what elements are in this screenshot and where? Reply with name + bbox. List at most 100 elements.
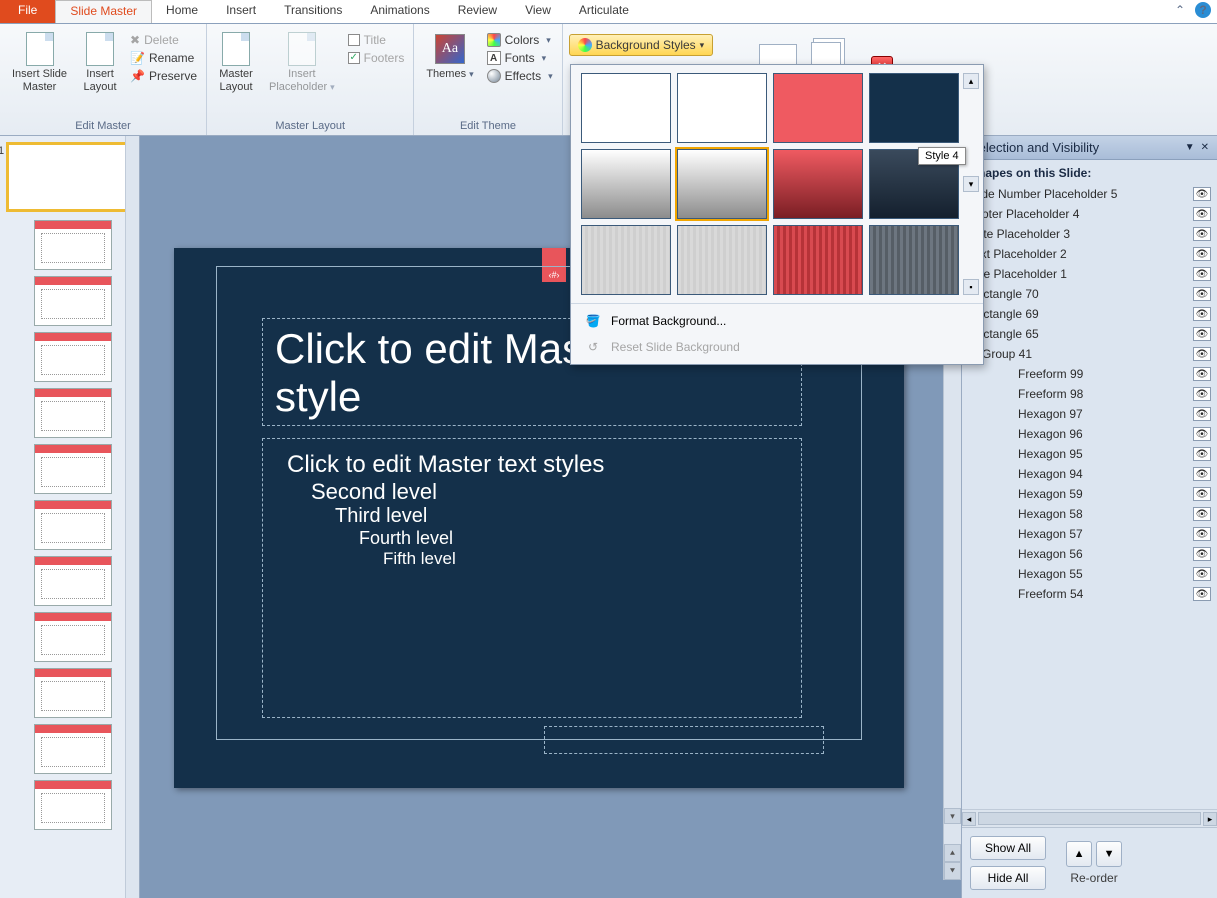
bg-style-swatch-11[interactable] — [773, 225, 863, 295]
shape-row[interactable]: Rectangle 69👁 — [966, 304, 1213, 324]
shape-row[interactable]: Hexagon 55👁 — [966, 564, 1213, 584]
bg-style-swatch-10[interactable] — [677, 225, 767, 295]
visibility-toggle[interactable]: 👁 — [1193, 507, 1211, 521]
thumbnail-layout[interactable] — [34, 612, 112, 662]
format-background-item[interactable]: 🪣 Format Background... — [571, 308, 983, 334]
minimize-ribbon-icon[interactable]: ⌃ — [1175, 3, 1185, 17]
tab-slide-master[interactable]: Slide Master — [55, 0, 152, 23]
scroll-down-icon[interactable]: ▾ — [944, 808, 961, 824]
thumbnail-layout[interactable] — [34, 724, 112, 774]
visibility-toggle[interactable]: 👁 — [1193, 347, 1211, 361]
visibility-toggle[interactable]: 👁 — [1193, 387, 1211, 401]
shape-row[interactable]: Rectangle 65👁 — [966, 324, 1213, 344]
thumbnails-scrollbar[interactable] — [125, 136, 139, 898]
reorder-up-button[interactable]: ▲ — [1066, 841, 1092, 867]
selection-pane-dropdown-icon[interactable]: ▼ — [1185, 142, 1195, 153]
delete-button[interactable]: ✖Delete — [127, 32, 200, 48]
visibility-toggle[interactable]: 👁 — [1193, 227, 1211, 241]
gallery-scroll-down[interactable]: ▾ — [963, 176, 979, 192]
insert-layout-button[interactable]: Insert Layout — [77, 28, 123, 98]
visibility-toggle[interactable]: 👁 — [1193, 287, 1211, 301]
bg-style-swatch-4[interactable] — [869, 73, 959, 143]
themes-button[interactable]: Aa Themes — [420, 28, 479, 85]
bg-style-swatch-6[interactable] — [677, 149, 767, 219]
bg-style-swatch-1[interactable] — [581, 73, 671, 143]
thumbnail-layout[interactable] — [34, 556, 112, 606]
background-styles-button[interactable]: Background Styles ▾ — [569, 34, 714, 56]
shape-row[interactable]: Freeform 98👁 — [966, 384, 1213, 404]
bg-style-swatch-3[interactable] — [773, 73, 863, 143]
selection-pane-hscroll[interactable]: ◂ ▸ — [962, 809, 1217, 827]
tab-view[interactable]: View — [511, 0, 565, 23]
visibility-toggle[interactable]: 👁 — [1193, 567, 1211, 581]
body-placeholder[interactable]: Click to edit Master text styles Second … — [262, 438, 802, 718]
preserve-button[interactable]: 📌Preserve — [127, 68, 200, 84]
tab-file[interactable]: File — [0, 0, 55, 23]
reorder-down-button[interactable]: ▼ — [1096, 841, 1122, 867]
thumbnail-layout[interactable] — [34, 220, 112, 270]
shape-row[interactable]: Hexagon 96👁 — [966, 424, 1213, 444]
thumbnail-layout[interactable] — [34, 780, 112, 830]
gallery-expand[interactable]: ▪ — [963, 279, 979, 295]
shape-row[interactable]: Freeform 99👁 — [966, 364, 1213, 384]
tab-articulate[interactable]: Articulate — [565, 0, 643, 23]
bg-style-swatch-2[interactable] — [677, 73, 767, 143]
thumbnail-layout[interactable] — [34, 500, 112, 550]
visibility-toggle[interactable]: 👁 — [1193, 407, 1211, 421]
shape-row[interactable]: Hexagon 59👁 — [966, 484, 1213, 504]
thumbnail-layout[interactable] — [34, 276, 112, 326]
shape-row[interactable]: Hexagon 95👁 — [966, 444, 1213, 464]
shape-row[interactable]: Title Placeholder 1👁 — [966, 264, 1213, 284]
visibility-toggle[interactable]: 👁 — [1193, 427, 1211, 441]
shape-row[interactable]: Hexagon 58👁 — [966, 504, 1213, 524]
visibility-toggle[interactable]: 👁 — [1193, 527, 1211, 541]
visibility-toggle[interactable]: 👁 — [1193, 447, 1211, 461]
bg-style-swatch-9[interactable] — [581, 225, 671, 295]
title-checkbox[interactable]: Title — [345, 32, 408, 48]
visibility-toggle[interactable]: 👁 — [1193, 187, 1211, 201]
colors-button[interactable]: Colors — [484, 32, 556, 48]
tab-insert[interactable]: Insert — [212, 0, 270, 23]
thumbnail-master[interactable]: 1 — [6, 142, 135, 212]
visibility-toggle[interactable]: 👁 — [1193, 587, 1211, 601]
visibility-toggle[interactable]: 👁 — [1193, 207, 1211, 221]
shape-row[interactable]: Hexagon 57👁 — [966, 524, 1213, 544]
tab-review[interactable]: Review — [444, 0, 511, 23]
visibility-toggle[interactable]: 👁 — [1193, 267, 1211, 281]
tab-animations[interactable]: Animations — [356, 0, 443, 23]
thumbnail-layout[interactable] — [34, 668, 112, 718]
shape-row[interactable]: Freeform 54👁 — [966, 584, 1213, 604]
bg-style-swatch-5[interactable] — [581, 149, 671, 219]
visibility-toggle[interactable]: 👁 — [1193, 487, 1211, 501]
scroll-right-icon[interactable]: ▸ — [1203, 812, 1217, 826]
bg-style-swatch-12[interactable] — [869, 225, 959, 295]
shape-row[interactable]: Hexagon 56👁 — [966, 544, 1213, 564]
show-all-button[interactable]: Show All — [970, 836, 1046, 860]
tab-transitions[interactable]: Transitions — [270, 0, 356, 23]
footers-checkbox[interactable]: Footers — [345, 50, 408, 66]
shape-row[interactable]: Slide Number Placeholder 5👁 — [966, 184, 1213, 204]
insert-placeholder-button[interactable]: Insert Placeholder — [263, 28, 341, 98]
insert-slide-master-button[interactable]: Insert Slide Master — [6, 28, 73, 98]
fonts-button[interactable]: AFonts — [484, 50, 556, 66]
shape-row[interactable]: Hexagon 94👁 — [966, 464, 1213, 484]
gallery-scroll-up[interactable]: ▴ — [963, 73, 979, 89]
rename-button[interactable]: 📝Rename — [127, 50, 200, 66]
shape-row[interactable]: Hexagon 97👁 — [966, 404, 1213, 424]
visibility-toggle[interactable]: 👁 — [1193, 307, 1211, 321]
thumbnail-layout[interactable] — [34, 388, 112, 438]
prev-slide-icon[interactable]: ⯅ — [944, 844, 961, 862]
shape-row[interactable]: Text Placeholder 2👁 — [966, 244, 1213, 264]
visibility-toggle[interactable]: 👁 — [1193, 367, 1211, 381]
effects-button[interactable]: Effects — [484, 68, 556, 84]
shape-row[interactable]: Date Placeholder 3👁 — [966, 224, 1213, 244]
visibility-toggle[interactable]: 👁 — [1193, 327, 1211, 341]
footer-placeholder[interactable] — [544, 726, 824, 754]
hide-all-button[interactable]: Hide All — [970, 866, 1046, 890]
shape-row[interactable]: Rectangle 70👁 — [966, 284, 1213, 304]
master-layout-button[interactable]: Master Layout — [213, 28, 259, 98]
selection-pane-close-icon[interactable]: ✕ — [1201, 142, 1209, 153]
bg-style-swatch-7[interactable] — [773, 149, 863, 219]
visibility-toggle[interactable]: 👁 — [1193, 547, 1211, 561]
visibility-toggle[interactable]: 👁 — [1193, 247, 1211, 261]
